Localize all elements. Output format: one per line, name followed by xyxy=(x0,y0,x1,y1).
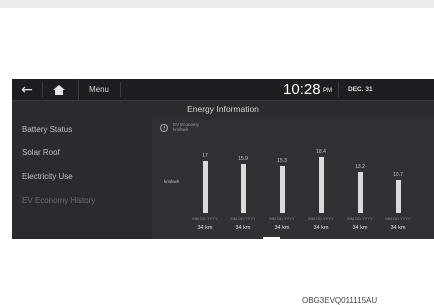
chart-bar xyxy=(395,180,401,213)
bar-distance-label: 34 km xyxy=(313,225,329,231)
bar-value-label: 18.4 xyxy=(316,148,326,155)
bar-value-label: 15.3 xyxy=(277,158,287,165)
scroll-indicator xyxy=(263,237,280,239)
bar-date-label: MM.DD.YYYY xyxy=(347,216,373,221)
bar-distance-label: 34 km xyxy=(197,225,213,231)
legend-text: EV Economy km/kwh xyxy=(173,122,199,132)
chart-bar xyxy=(318,156,324,213)
home-icon[interactable] xyxy=(48,79,70,100)
bar-date-label: MM.DD.YYYY xyxy=(385,216,411,221)
bar-distance-label: 34 km xyxy=(390,225,406,231)
sidebar-item-battery-status[interactable]: Battery Status xyxy=(22,125,72,134)
ev-economy-legend-icon: ◕ xyxy=(160,124,168,132)
sidebar-item-solar-roof[interactable]: Solar Roof xyxy=(22,148,60,157)
bar-date-label: MM.DD.YYYY xyxy=(308,216,334,221)
legend-line2: km/kwh xyxy=(173,127,189,132)
chart-panel xyxy=(152,119,434,239)
bar-date-label: MM.DD.YYYY xyxy=(230,216,256,221)
bar-value-label: 15.9 xyxy=(238,156,248,163)
sidebar-item-ev-economy-history[interactable]: EV Economy History xyxy=(22,196,95,205)
top-bar: ← Menu 10:28 PM DEC. 31 xyxy=(12,79,434,101)
bar-value-label: 17 xyxy=(202,152,208,159)
chart-bar xyxy=(279,166,285,213)
divider xyxy=(120,82,121,97)
divider xyxy=(42,82,43,97)
y-axis-unit: km/kwh xyxy=(164,179,180,184)
bar-distance-label: 34 km xyxy=(274,225,290,231)
bar-value-label: 10.7 xyxy=(393,172,403,179)
bar-date-label: MM.DD.YYYY xyxy=(269,216,295,221)
bar-distance-label: 34 km xyxy=(235,225,251,231)
chart-bar xyxy=(357,172,363,213)
back-arrow-icon[interactable]: ← xyxy=(16,79,38,100)
divider xyxy=(338,82,339,97)
bar-distance-label: 34 km xyxy=(352,225,368,231)
sidebar-item-electricity-use[interactable]: Electricity Use xyxy=(22,172,73,181)
date-display: DEC. 31 xyxy=(348,86,373,93)
clock-time: 10:28 xyxy=(283,81,321,98)
chart-bar xyxy=(240,164,246,213)
page-title: Energy Information xyxy=(187,104,259,114)
bar-date-label: MM.DD.YYYY xyxy=(192,216,218,221)
chart-bar xyxy=(202,160,208,213)
menu-button[interactable]: Menu xyxy=(78,79,119,100)
figure-code: OBG3EVQ011115AU xyxy=(302,296,378,305)
bar-value-label: 13.2 xyxy=(355,164,365,171)
clock-ampm: PM xyxy=(323,88,332,94)
